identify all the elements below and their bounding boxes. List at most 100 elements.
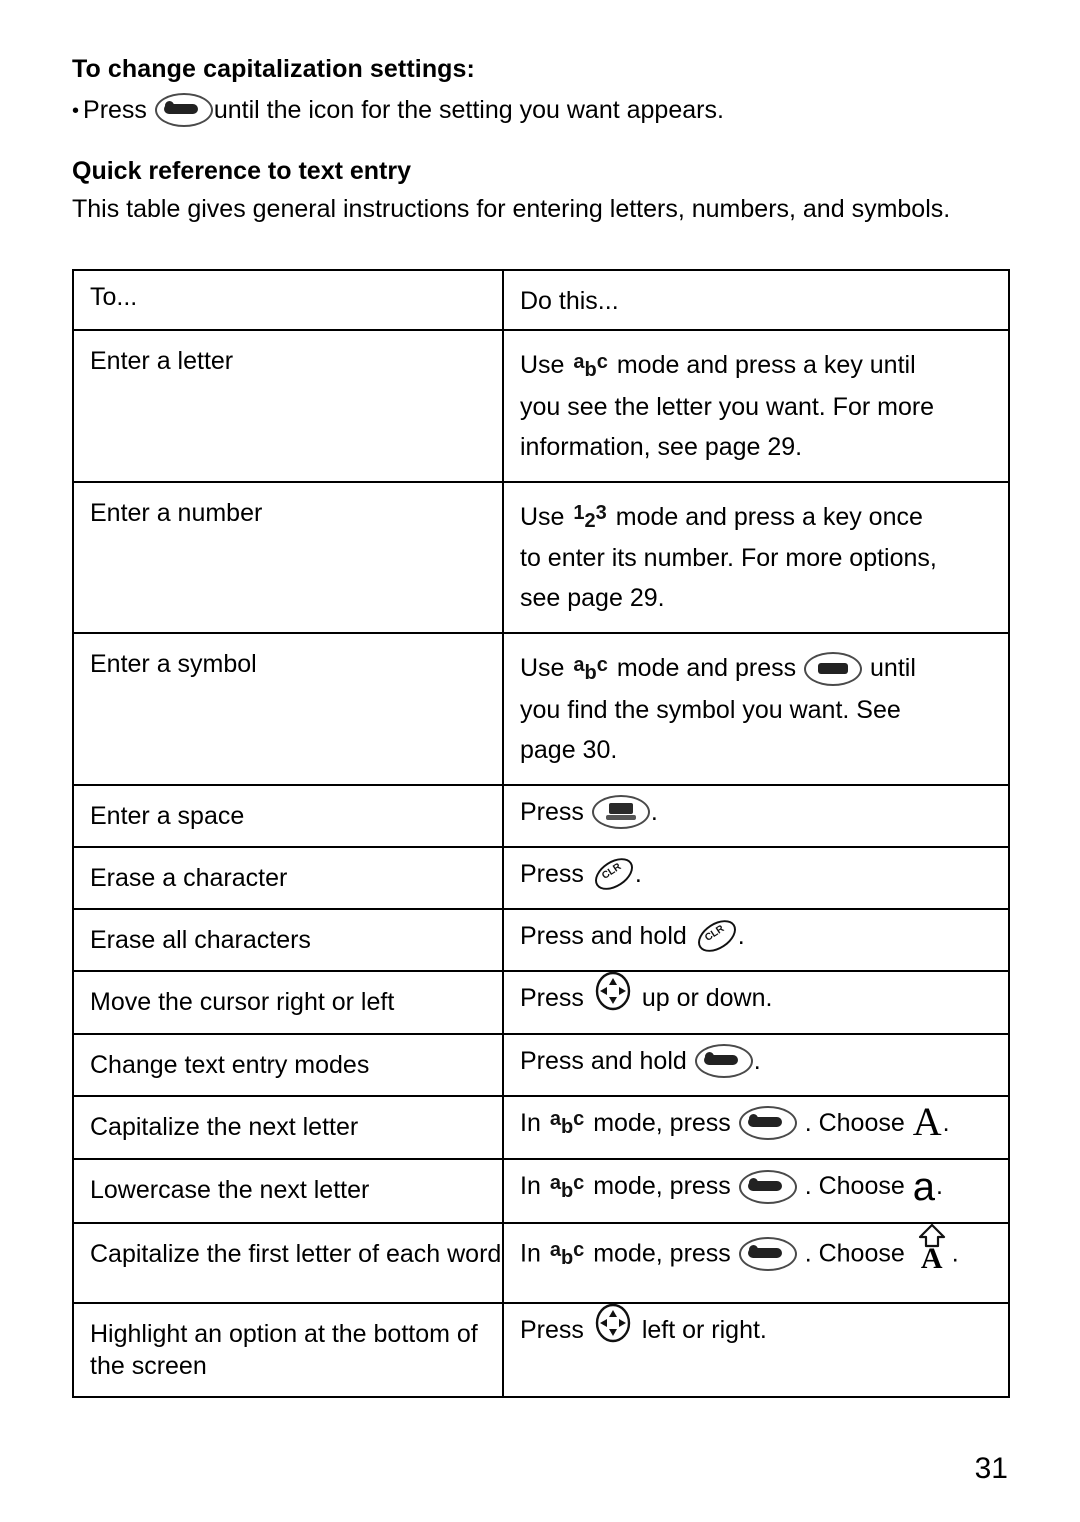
table-cell-to-label: Erase a character xyxy=(90,863,288,892)
instruction-text: Press xyxy=(520,1315,584,1344)
table-cell-do: In abc mode, press . Choose a. xyxy=(502,1158,1010,1224)
table-cell-to: Enter a symbol xyxy=(72,632,504,786)
instruction-text: information, see page 29. xyxy=(520,432,803,461)
instruction-text: left or right. xyxy=(641,1315,767,1344)
table-cell-to-label: Enter a letter xyxy=(90,347,234,376)
instruction-text: In xyxy=(520,1239,541,1268)
instruction-line: Use abc mode and press a key until xyxy=(520,345,996,386)
instruction-text: . xyxy=(951,1239,959,1268)
instruction-text: Press xyxy=(520,983,584,1012)
table-cell-do-content: In abc mode, press . Choose A. xyxy=(504,1097,1008,1158)
instruction-text: you find the symbol you want. See xyxy=(520,695,901,724)
table-cell-do: In abc mode, press . Choose A. xyxy=(502,1094,1010,1161)
table-cell-do-content: Use abc mode and press a key until you se… xyxy=(504,331,1008,480)
table-cell-do-content: Press up or down. xyxy=(504,971,1008,1033)
instruction-text: mode and press a key once xyxy=(615,502,923,531)
table-cell-to-label: Enter a symbol xyxy=(90,650,257,679)
text-key-icon xyxy=(804,651,863,686)
table-header-cell-do: Do this... xyxy=(502,269,1010,332)
instruction-line: page 30. xyxy=(520,730,996,770)
table-row: Enter a number Use 123 mode and press a k… xyxy=(72,480,1010,635)
table-cell-do: In abc mode, press . Choose A. xyxy=(502,1221,1010,1304)
instruction-text: mode, press xyxy=(593,1172,731,1201)
instruction-line: Press and hold CLR. xyxy=(520,913,996,959)
instruction-line: In abc mode, press . Choose A. xyxy=(520,1099,996,1145)
instruction-text: until xyxy=(870,654,916,683)
quick-reference-intro: This table gives general instructions fo… xyxy=(72,195,951,224)
table-cell-to: Capitalize the next letter xyxy=(72,1094,504,1161)
navigation-key-icon xyxy=(594,971,632,1011)
capitalization-heading: To change capitalization settings: xyxy=(72,55,475,83)
table-cell-do: Press up or down. xyxy=(502,969,1010,1035)
table-cell-to: Enter a number xyxy=(72,480,504,635)
table-cell-to-label: Capitalize the next letter xyxy=(90,1112,359,1141)
abc-mode-icon: abc xyxy=(573,350,608,381)
instruction-text: Press xyxy=(520,797,584,826)
instruction-line: Press left or right. xyxy=(520,1303,996,1351)
table-row: Erase all characters Press and hold CLR. xyxy=(72,907,1010,972)
instruction-line: Press CLR. xyxy=(520,851,996,897)
shift-key-icon xyxy=(694,1044,753,1079)
instruction-text: up or down. xyxy=(641,983,773,1012)
abc-mode-icon: abc xyxy=(573,653,608,684)
table-row: Change text entry modes Press and hold . xyxy=(72,1032,1010,1097)
table-row: Enter a letter Use abc mode and press a k… xyxy=(72,329,1010,483)
table-cell-to: Capitalize the first letter of each word xyxy=(72,1221,504,1304)
page-content: To change capitalization settings: • Pres… xyxy=(72,52,1010,1398)
table-header-do-label: Do this... xyxy=(520,287,619,316)
instruction-text: In xyxy=(520,1172,541,1201)
shift-key-icon xyxy=(154,93,213,128)
table-cell-to: Erase all characters xyxy=(72,907,504,972)
123-mode-icon: 123 xyxy=(573,502,607,533)
instruction-line: Use abc mode and press until xyxy=(520,648,996,689)
instruction-text: mode and press xyxy=(616,654,797,683)
instruction-text: mode and press a key until xyxy=(616,351,916,380)
table-cell-do: Use 123 mode and press a key once to ente… xyxy=(502,480,1010,635)
instruction-text: mode, press xyxy=(593,1108,731,1137)
instruction-line: Use 123 mode and press a key once xyxy=(520,497,996,538)
instruction-line: Press . xyxy=(520,792,996,832)
table-cell-do: Press and hold . xyxy=(502,1032,1010,1097)
shift-key-icon xyxy=(738,1236,797,1271)
instruction-text: see page 29. xyxy=(520,584,665,613)
table-cell-do-content: Use 123 mode and press a key once to ente… xyxy=(504,483,1008,632)
instruction-text: Press xyxy=(520,859,584,888)
table-row: Highlight an option at the bottom of the… xyxy=(72,1301,1010,1398)
instruction-text: . xyxy=(753,1046,761,1075)
sentence-case-A-icon: A xyxy=(913,1223,951,1274)
table-cell-to-label: Enter a space xyxy=(90,801,245,830)
table-row: Move the cursor right or left Press up or… xyxy=(72,969,1010,1035)
table-cell-do-content: Press and hold CLR. xyxy=(504,910,1008,970)
bullet-dot-icon: • xyxy=(72,100,80,123)
table-cell-do: Press CLR. xyxy=(502,845,1010,910)
text-entry-reference-table: To... Do this... Enter a letter Use abc m… xyxy=(72,269,1010,1398)
instruction-text: . xyxy=(942,1108,950,1137)
document-page: To change capitalization settings: • Pres… xyxy=(0,0,1080,1522)
table-header-row: To... Do this... xyxy=(72,269,1010,332)
table-row: Capitalize the next letter In abc mode, p… xyxy=(72,1094,1010,1161)
uppercase-A-icon: A xyxy=(912,1099,942,1145)
clear-key-icon: CLR xyxy=(589,851,639,897)
instruction-text: . xyxy=(737,921,745,950)
table-cell-to: Move the cursor right or left xyxy=(72,969,504,1035)
instruction-line: Press up or down. xyxy=(520,971,996,1019)
capitalization-bullet: • Press until the icon for the setting yo… xyxy=(72,92,1008,128)
instruction-text: Press and hold xyxy=(520,1046,687,1075)
instruction-line: information, see page 29. xyxy=(520,427,996,467)
table-row: Lowercase the next letter In abc mode, pr… xyxy=(72,1158,1010,1224)
abc-mode-icon: abc xyxy=(549,1108,585,1139)
table-cell-do-content: Use abc mode and press until you find the… xyxy=(504,634,1008,783)
table-cell-to-label: Capitalize the first letter of each word xyxy=(90,1239,502,1268)
instruction-text: In xyxy=(520,1108,541,1137)
table-cell-to: Lowercase the next letter xyxy=(72,1158,504,1224)
shift-key-icon xyxy=(738,1169,797,1204)
table-cell-to-label: Lowercase the next letter xyxy=(90,1176,370,1205)
instruction-text: Use xyxy=(520,502,565,531)
table-cell-do-content: In abc mode, press . Choose a. xyxy=(504,1160,1008,1221)
abc-mode-icon: abc xyxy=(549,1171,585,1202)
table-cell-do-content: Press left or right. xyxy=(504,1303,1008,1365)
table-cell-to-label: Change text entry modes xyxy=(90,1050,370,1079)
instruction-line: you find the symbol you want. See xyxy=(520,690,996,730)
instruction-text: page 30. xyxy=(520,735,618,764)
